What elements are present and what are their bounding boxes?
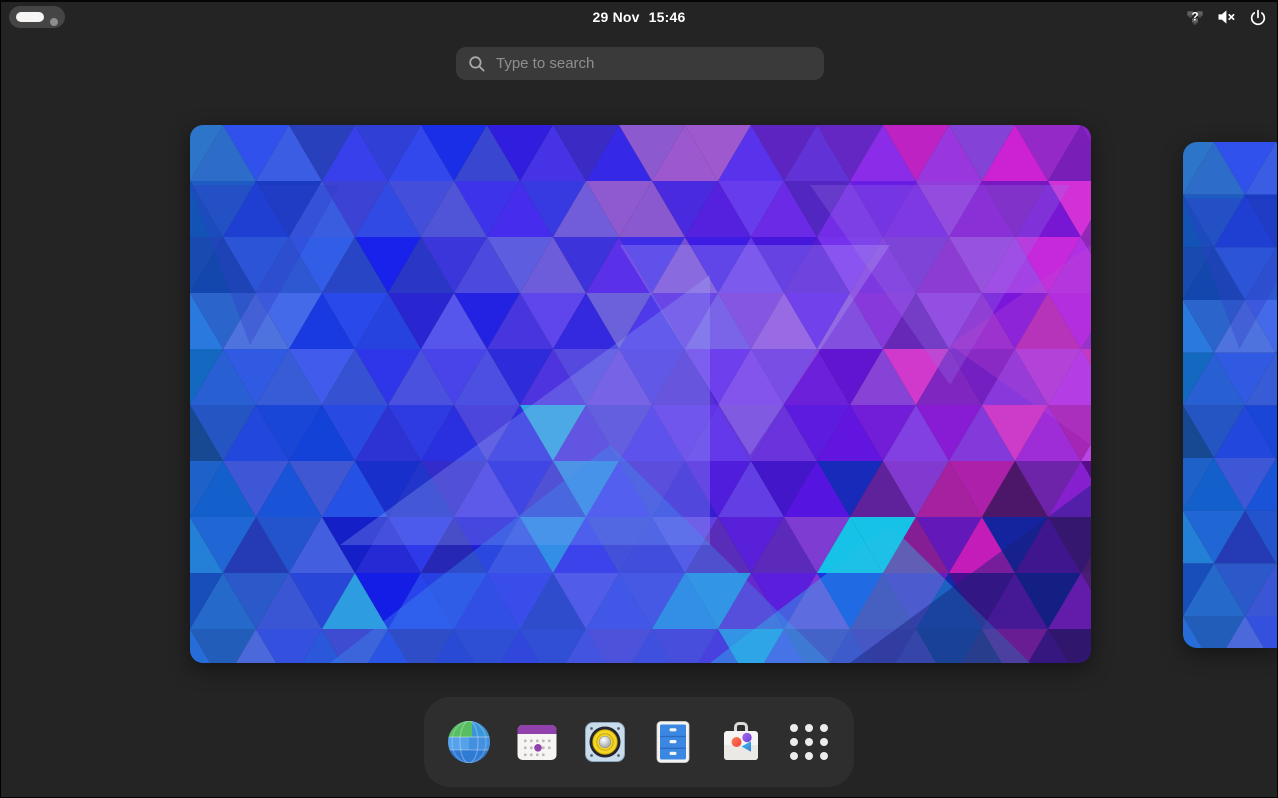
- dash: [424, 697, 854, 787]
- files-cabinet-icon: [649, 718, 697, 766]
- music-speaker-icon: [581, 718, 629, 766]
- software-store-bag-icon: [717, 718, 765, 766]
- system-status-area[interactable]: ?: [1186, 2, 1267, 32]
- clock-time: 15:46: [649, 9, 686, 25]
- workspace-next-preview[interactable]: [1183, 142, 1278, 648]
- clock-date: 29 Nov: [593, 9, 640, 25]
- network-unknown-icon[interactable]: ?: [1186, 8, 1204, 26]
- app-music-button[interactable]: [581, 718, 629, 766]
- workspace-current-preview[interactable]: [190, 125, 1091, 663]
- top-bar: 29 Nov 15:46 ?: [1, 2, 1277, 32]
- calendar-icon: [513, 718, 561, 766]
- web-browser-globe-icon: [445, 718, 493, 766]
- volume-muted-icon[interactable]: [1217, 9, 1236, 25]
- show-applications-grid-icon: [785, 718, 833, 766]
- app-web-browser-button[interactable]: [445, 718, 493, 766]
- gnome-shell-overview: 29 Nov 15:46 ?: [0, 0, 1278, 798]
- search-icon: [468, 55, 486, 73]
- svg-text:?: ?: [1191, 11, 1198, 23]
- app-files-button[interactable]: [649, 718, 697, 766]
- app-calendar-button[interactable]: [513, 718, 561, 766]
- power-icon[interactable]: [1249, 8, 1267, 26]
- show-applications-button[interactable]: [785, 718, 833, 766]
- search-bar[interactable]: [456, 47, 824, 80]
- app-software-button[interactable]: [717, 718, 765, 766]
- search-input[interactable]: [486, 55, 824, 72]
- clock-button[interactable]: 29 Nov 15:46: [1, 2, 1277, 32]
